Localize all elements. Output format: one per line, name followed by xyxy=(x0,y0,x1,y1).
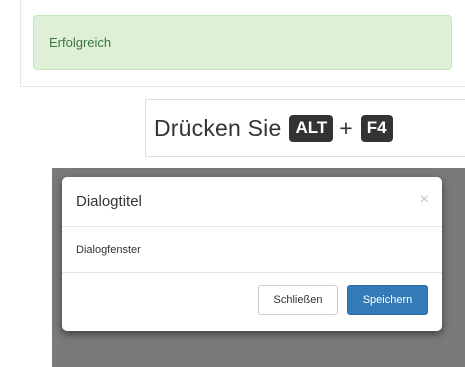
alert-text: Erfolgreich xyxy=(49,35,112,50)
keyboard-hint-frame: Drücken Sie ALT + F4 xyxy=(145,99,465,157)
plus-sign: + xyxy=(339,114,353,141)
modal-header: Dialogtitel × xyxy=(62,177,442,227)
modal-dialog: Dialogtitel × Dialogfenster Schließen Sp… xyxy=(62,177,442,331)
alt-key: ALT xyxy=(289,114,334,142)
success-alert: Erfolgreich xyxy=(33,15,452,70)
modal-footer: Schließen Speichern xyxy=(62,273,442,331)
alert-demo-frame: Erfolgreich xyxy=(20,0,465,87)
close-icon[interactable]: × xyxy=(420,192,429,208)
keyboard-hint-prefix: Drücken Sie xyxy=(154,114,282,141)
save-button[interactable]: Speichern xyxy=(347,285,428,315)
modal-title: Dialogtitel xyxy=(76,193,142,210)
close-button[interactable]: Schließen xyxy=(258,285,338,315)
modal-body: Dialogfenster xyxy=(62,227,442,273)
f4-key: F4 xyxy=(360,114,393,142)
modal-body-text: Dialogfenster xyxy=(76,243,141,256)
